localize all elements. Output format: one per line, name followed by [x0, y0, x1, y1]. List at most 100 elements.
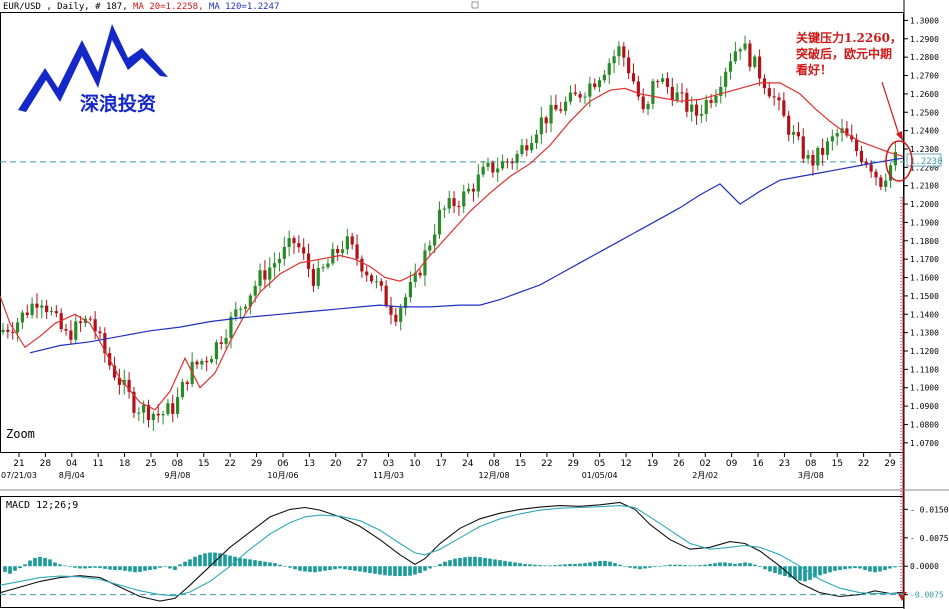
- x-tick-label: 19: [647, 459, 659, 469]
- price-tick-label: 1.2900: [910, 35, 939, 44]
- macd-hist-bar: [548, 565, 552, 567]
- macd-hist-bar: [713, 563, 717, 567]
- macd-hist-bar: [188, 559, 192, 567]
- macd-hist-bar: [18, 566, 22, 569]
- annotation-line-2: 突破后，欧元中期: [796, 46, 892, 61]
- candle-body: [520, 145, 524, 155]
- macd-hist-bar: [378, 566, 382, 575]
- candle-body: [816, 147, 820, 166]
- price-tick-label: 1.2600: [910, 90, 939, 99]
- x-tick-label: 27: [356, 459, 367, 469]
- candle-body: [622, 46, 626, 58]
- candle-body: [277, 258, 282, 264]
- macd-hist-bar: [723, 562, 727, 567]
- candle-body: [292, 238, 296, 244]
- macd-hist-bar: [823, 566, 827, 574]
- candle-body: [782, 100, 786, 116]
- candle-body: [699, 113, 703, 116]
- x-tick-label: 03: [383, 459, 394, 469]
- price-y-axis: 1.3000 1.2900 1.2800 1.2700 1.2600 1.2500 1.24…: [904, 16, 939, 448]
- candle-body: [549, 104, 553, 124]
- macd-hist-bar: [98, 566, 102, 569]
- candle-body: [394, 314, 398, 322]
- macd-hist-bar: [8, 566, 12, 574]
- candle-body: [796, 132, 800, 137]
- macd-hist-bar: [873, 566, 877, 573]
- macd-hist-bar: [83, 566, 87, 569]
- macd-hist-bar: [423, 566, 427, 571]
- macd-hist-bar: [483, 557, 487, 567]
- candle-body: [457, 206, 461, 208]
- macd-hist-bar: [323, 566, 327, 571]
- macd-hist-bar: [168, 566, 172, 569]
- macd-hist-bar: [48, 559, 52, 567]
- macd-hist-bar: [358, 566, 362, 572]
- candle-body: [20, 312, 24, 323]
- macd-hist-bar: [208, 552, 212, 567]
- candle-body: [195, 361, 199, 365]
- candle-body: [156, 413, 160, 416]
- macd-hist-bar: [448, 560, 452, 567]
- macd-tick-label: -0.0075: [910, 591, 944, 600]
- annotation-line-3: 看好！: [796, 62, 832, 77]
- macd-hist-bar: [623, 566, 627, 567]
- macd-tick-label: - 0.0075: [910, 534, 949, 543]
- price-tick-label: 1.2400: [910, 127, 939, 136]
- x-tick-label: 26: [673, 459, 685, 469]
- macd-hist-bar: [383, 566, 387, 576]
- candle-body: [253, 285, 257, 296]
- macd-hist-bar: [408, 566, 412, 576]
- candle-body: [88, 318, 92, 320]
- macd-hist-bar: [868, 566, 872, 572]
- price-tick-label: 1.0800: [910, 420, 939, 429]
- candle-body: [166, 403, 170, 415]
- macd-hist-bar: [603, 560, 607, 567]
- candle-body: [612, 56, 616, 64]
- x-tick-label: 02: [700, 459, 711, 469]
- candle-body: [787, 115, 791, 135]
- candle-body: [399, 307, 403, 322]
- price-tick-label: 1.1200: [910, 347, 939, 356]
- macd-hist-bar: [883, 566, 887, 570]
- candle-body: [690, 104, 694, 112]
- macd-hist-bar: [88, 566, 92, 569]
- price-tick-label: 1.2300: [910, 145, 939, 154]
- macd-hist-bar: [28, 560, 32, 567]
- candle-body: [859, 150, 864, 162]
- price-tick-label: 1.1100: [910, 365, 939, 374]
- macd-hist-bar: [353, 566, 357, 571]
- candle-body: [554, 104, 558, 110]
- macd-hist-bar: [758, 566, 762, 567]
- macd-hist-bar: [768, 566, 772, 572]
- x-sub-label: 3月/08: [798, 471, 824, 480]
- macd-hist-bar: [68, 566, 72, 567]
- candle-body: [568, 92, 573, 102]
- macd-hist-bar: [388, 566, 392, 576]
- candle-body: [64, 329, 68, 331]
- x-tick-label: 28: [40, 459, 52, 469]
- macd-hist-bar: [283, 566, 287, 567]
- macd-hist-bar: [428, 566, 432, 569]
- candle-body: [656, 81, 660, 83]
- macd-hist-bar: [198, 554, 202, 567]
- macd-hist-bar: [268, 562, 272, 567]
- candle-body: [297, 243, 301, 248]
- macd-hist-bar: [318, 566, 322, 572]
- chart-canvas: EUR/USD , Daily, # 187, MA 20=1.2258, MA…: [0, 0, 949, 609]
- logo-text: 深浪投资: [80, 92, 156, 115]
- macd-hist-bar: [653, 566, 657, 567]
- x-tick-label: 05: [594, 459, 605, 469]
- macd-hist-bar: [648, 566, 652, 568]
- candle-body: [884, 180, 888, 187]
- x-sub-label: 2月/02: [692, 471, 718, 480]
- price-tick-label: 1.1900: [910, 218, 939, 227]
- candle-body: [209, 359, 214, 363]
- candle-body: [200, 360, 204, 365]
- macd-hist-bar: [573, 563, 577, 567]
- candle-body: [350, 236, 354, 245]
- macd-hist-bar: [13, 566, 17, 571]
- macd-hist-bar: [213, 552, 217, 567]
- x-tick-label: 10: [409, 459, 421, 469]
- price-tick-label: 1.1400: [910, 310, 939, 319]
- candle-body: [767, 88, 771, 97]
